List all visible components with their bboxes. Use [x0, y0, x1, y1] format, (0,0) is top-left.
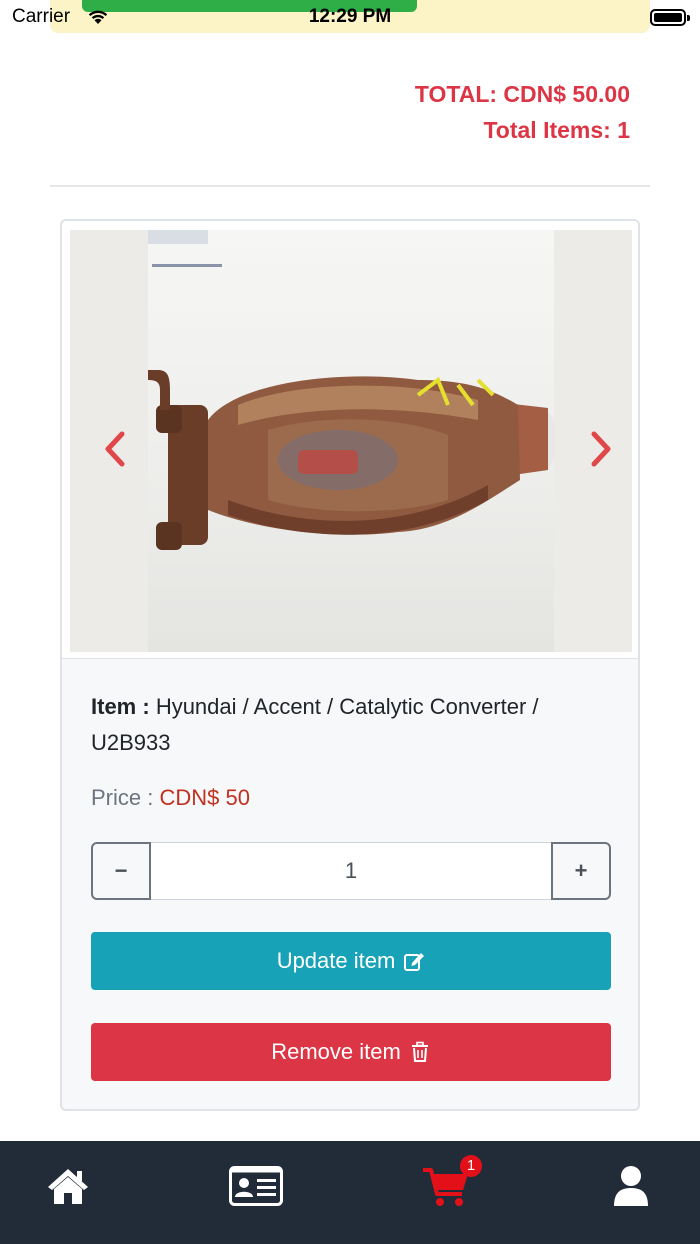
update-item-label: Update item — [276, 948, 396, 973]
battery-icon — [650, 9, 690, 26]
user-icon — [614, 1166, 648, 1206]
carousel-next-button[interactable] — [586, 430, 616, 468]
quantity-stepper: − 1 + — [91, 842, 611, 900]
item-label: Item : — [91, 694, 150, 719]
cart-badge: 1 — [460, 1155, 482, 1177]
product-photo — [148, 230, 554, 652]
home-icon — [48, 1169, 88, 1204]
quantity-input[interactable]: 1 — [151, 842, 551, 900]
cart-totals: TOTAL: CDN$ 50.00 Total Items: 1 — [415, 76, 630, 148]
bottom-nav: 1 — [0, 1141, 700, 1244]
increment-button[interactable]: + — [551, 842, 611, 900]
remove-item-button[interactable]: Remove item — [91, 1023, 611, 1081]
edit-icon — [404, 953, 425, 971]
divider — [50, 185, 650, 187]
price-label: Price : — [91, 785, 154, 810]
item-description: Item : Hyundai / Accent / Catalytic Conv… — [91, 689, 611, 761]
decrement-button[interactable]: − — [91, 842, 151, 900]
status-bar: Carrier 12:29 PM — [0, 0, 700, 36]
update-item-button[interactable]: Update item — [91, 932, 611, 990]
catalytic-converter-illustration — [148, 230, 554, 550]
item-price: Price : CDN$ 50 — [91, 785, 250, 811]
id-card-icon — [229, 1166, 283, 1206]
nav-user[interactable] — [581, 1141, 681, 1231]
nav-cart[interactable]: 1 — [396, 1141, 496, 1231]
carousel-prev-button[interactable] — [100, 430, 130, 468]
clock: 12:29 PM — [308, 6, 392, 27]
nav-id-card[interactable] — [206, 1141, 306, 1231]
price-value: CDN$ 50 — [159, 785, 250, 810]
trash-icon — [411, 1041, 428, 1062]
cart-total-items: Total Items: 1 — [483, 117, 630, 143]
cart-total: TOTAL: CDN$ 50.00 — [414, 81, 630, 107]
item-value: Hyundai / Accent / Catalytic Converter /… — [91, 694, 539, 755]
nav-home[interactable] — [18, 1141, 118, 1231]
remove-item-label: Remove item — [271, 1039, 401, 1064]
product-image — [70, 230, 632, 652]
cart-item-card: Item : Hyundai / Accent / Catalytic Conv… — [60, 219, 640, 1111]
product-image-carousel[interactable] — [62, 221, 638, 659]
